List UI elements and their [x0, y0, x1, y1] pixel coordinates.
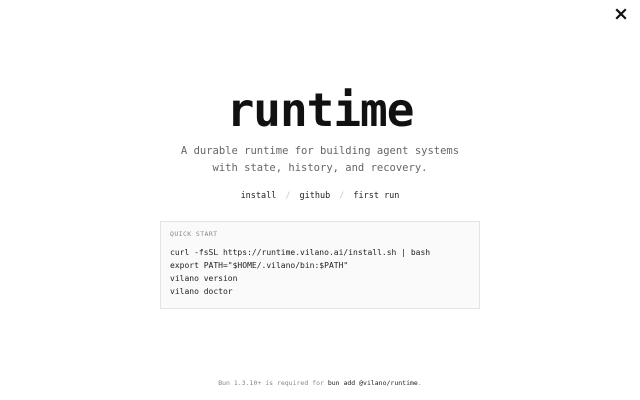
install-link[interactable]: install — [241, 191, 277, 201]
quick-start-box: QUICK START curl -fsSL https://runtime.v… — [160, 221, 480, 309]
page-title: runtime — [226, 83, 415, 137]
requirements-prefix: Bun 1.3.10+ is required for — [218, 379, 328, 387]
requirements-note: Bun 1.3.10+ is required for bun add @vil… — [0, 378, 640, 388]
tagline-line-2: with state, history, and recovery. — [212, 162, 428, 174]
link-separator: / — [285, 191, 291, 201]
github-link[interactable]: github — [300, 191, 331, 201]
link-separator: / — [339, 191, 345, 201]
tagline: A durable runtime for building agent sys… — [0, 143, 640, 177]
code-line[interactable]: curl -fsSL https://runtime.vilano.ai/ins… — [170, 246, 470, 259]
close-button[interactable] — [614, 7, 628, 21]
code-line[interactable]: vilano version — [170, 272, 470, 285]
tagline-line-1: A durable runtime for building agent sys… — [180, 145, 460, 157]
first-run-link[interactable]: first run — [353, 191, 399, 201]
quick-start-label: QUICK START — [170, 230, 218, 238]
code-line[interactable]: export PATH="$HOME/.vilano/bin:$PATH" — [170, 259, 470, 272]
code-line[interactable]: vilano doctor — [170, 285, 470, 298]
nav-links: install / github / first run — [0, 190, 640, 202]
install-command: bun add @vilano/runtime — [327, 379, 418, 387]
requirements-suffix: . — [417, 379, 422, 387]
close-icon — [615, 8, 627, 20]
